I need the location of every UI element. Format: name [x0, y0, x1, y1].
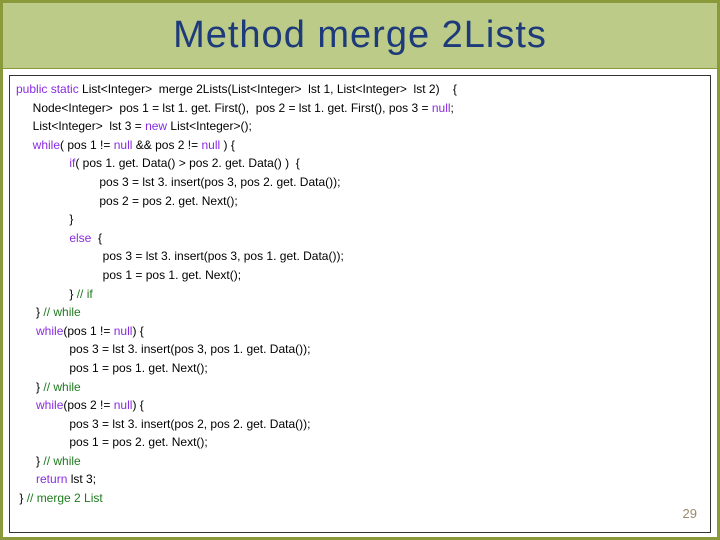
code-text: pos 3 = lst 3. insert(pos 2, pos 2. get.… [16, 417, 310, 431]
code-text: ( pos 1. get. Data() > pos 2. get. Data(… [75, 156, 299, 170]
keyword-null: null [114, 138, 133, 152]
code-text: } [16, 287, 77, 301]
code-box: public static List<Integer> merge 2Lists… [9, 75, 711, 533]
code-text: ) { [220, 138, 235, 152]
comment: // while [43, 305, 80, 319]
code-text: } [16, 305, 43, 319]
code-text: List<Integer> merge 2Lists(List<Integer>… [79, 82, 457, 96]
code-text [16, 138, 33, 152]
keyword-new: new [145, 119, 167, 133]
code-text: Node<Integer> pos 1 = lst 1. get. First(… [16, 101, 432, 115]
code-text: } [16, 212, 73, 226]
code-text [16, 398, 36, 412]
code-text: ( pos 1 != [60, 138, 114, 152]
keyword-while: while [36, 398, 63, 412]
keyword-null: null [432, 101, 451, 115]
code-text: { [91, 231, 102, 245]
keyword-public-static: public static [16, 82, 79, 96]
code-text: pos 1 = pos 1. get. Next(); [16, 268, 241, 282]
code-text: pos 3 = lst 3. insert(pos 3, pos 1. get.… [16, 342, 310, 356]
slide-number: 29 [683, 506, 697, 521]
code-text: pos 3 = lst 3. insert(pos 3, pos 1. get.… [16, 249, 344, 263]
comment: // while [43, 454, 80, 468]
code-block: public static List<Integer> merge 2Lists… [16, 80, 704, 508]
keyword-while: while [36, 324, 63, 338]
code-text: } [16, 380, 43, 394]
comment: // if [77, 287, 93, 301]
keyword-else: else [69, 231, 91, 245]
comment: // merge 2 List [27, 491, 103, 505]
code-text: pos 2 = pos 2. get. Next(); [16, 194, 238, 208]
code-text: && pos 2 != [132, 138, 201, 152]
keyword-null: null [201, 138, 220, 152]
code-text: } [16, 454, 43, 468]
title-bar: Method merge 2Lists [3, 3, 717, 69]
keyword-return: return [36, 472, 67, 486]
code-text: } [16, 491, 27, 505]
code-text: (pos 2 != [63, 398, 113, 412]
code-text: List<Integer>(); [167, 119, 252, 133]
comment: // while [43, 380, 80, 394]
code-text: ) { [132, 398, 143, 412]
slide-title: Method merge 2Lists [173, 14, 547, 57]
code-text [16, 231, 69, 245]
code-text: ) { [132, 324, 143, 338]
keyword-while: while [33, 138, 60, 152]
code-text: pos 1 = pos 1. get. Next(); [16, 361, 208, 375]
code-text [16, 324, 36, 338]
code-text: List<Integer> lst 3 = [16, 119, 145, 133]
keyword-null: null [114, 324, 133, 338]
code-text [16, 472, 36, 486]
code-text [16, 156, 69, 170]
code-text: pos 3 = lst 3. insert(pos 3, pos 2. get.… [16, 175, 340, 189]
code-text: lst 3; [67, 472, 96, 486]
code-text: ; [451, 101, 454, 115]
keyword-null: null [114, 398, 133, 412]
code-text: (pos 1 != [63, 324, 113, 338]
code-text: pos 1 = pos 2. get. Next(); [16, 435, 208, 449]
